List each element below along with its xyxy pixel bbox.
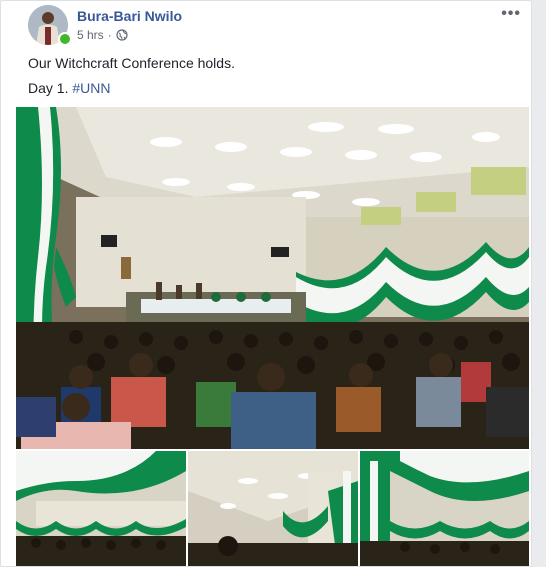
facebook-post-card: Bura-Bari Nwilo 5 hrs · ••• Our Witchcra… — [0, 0, 532, 567]
conference-hall-thumb-1[interactable] — [16, 451, 186, 566]
post-timestamp[interactable]: 5 hrs — [77, 28, 104, 42]
post-text-line-2: Day 1. #UNN — [28, 80, 110, 96]
post-text-day: Day 1. — [28, 80, 69, 96]
post-options-button[interactable]: ••• — [501, 5, 521, 23]
online-status-dot — [58, 32, 72, 46]
globe-icon — [116, 29, 128, 41]
author-name[interactable]: Bura-Bari Nwilo — [77, 8, 182, 24]
post-meta: 5 hrs · — [77, 28, 128, 42]
conference-hall-thumb-2[interactable] — [188, 451, 358, 566]
conference-hall-main-photo[interactable] — [16, 107, 529, 449]
conference-hall-thumb-3[interactable] — [360, 451, 529, 566]
post-text-line-1: Our Witchcraft Conference holds. — [28, 55, 235, 71]
hashtag-link[interactable]: #UNN — [72, 80, 110, 96]
